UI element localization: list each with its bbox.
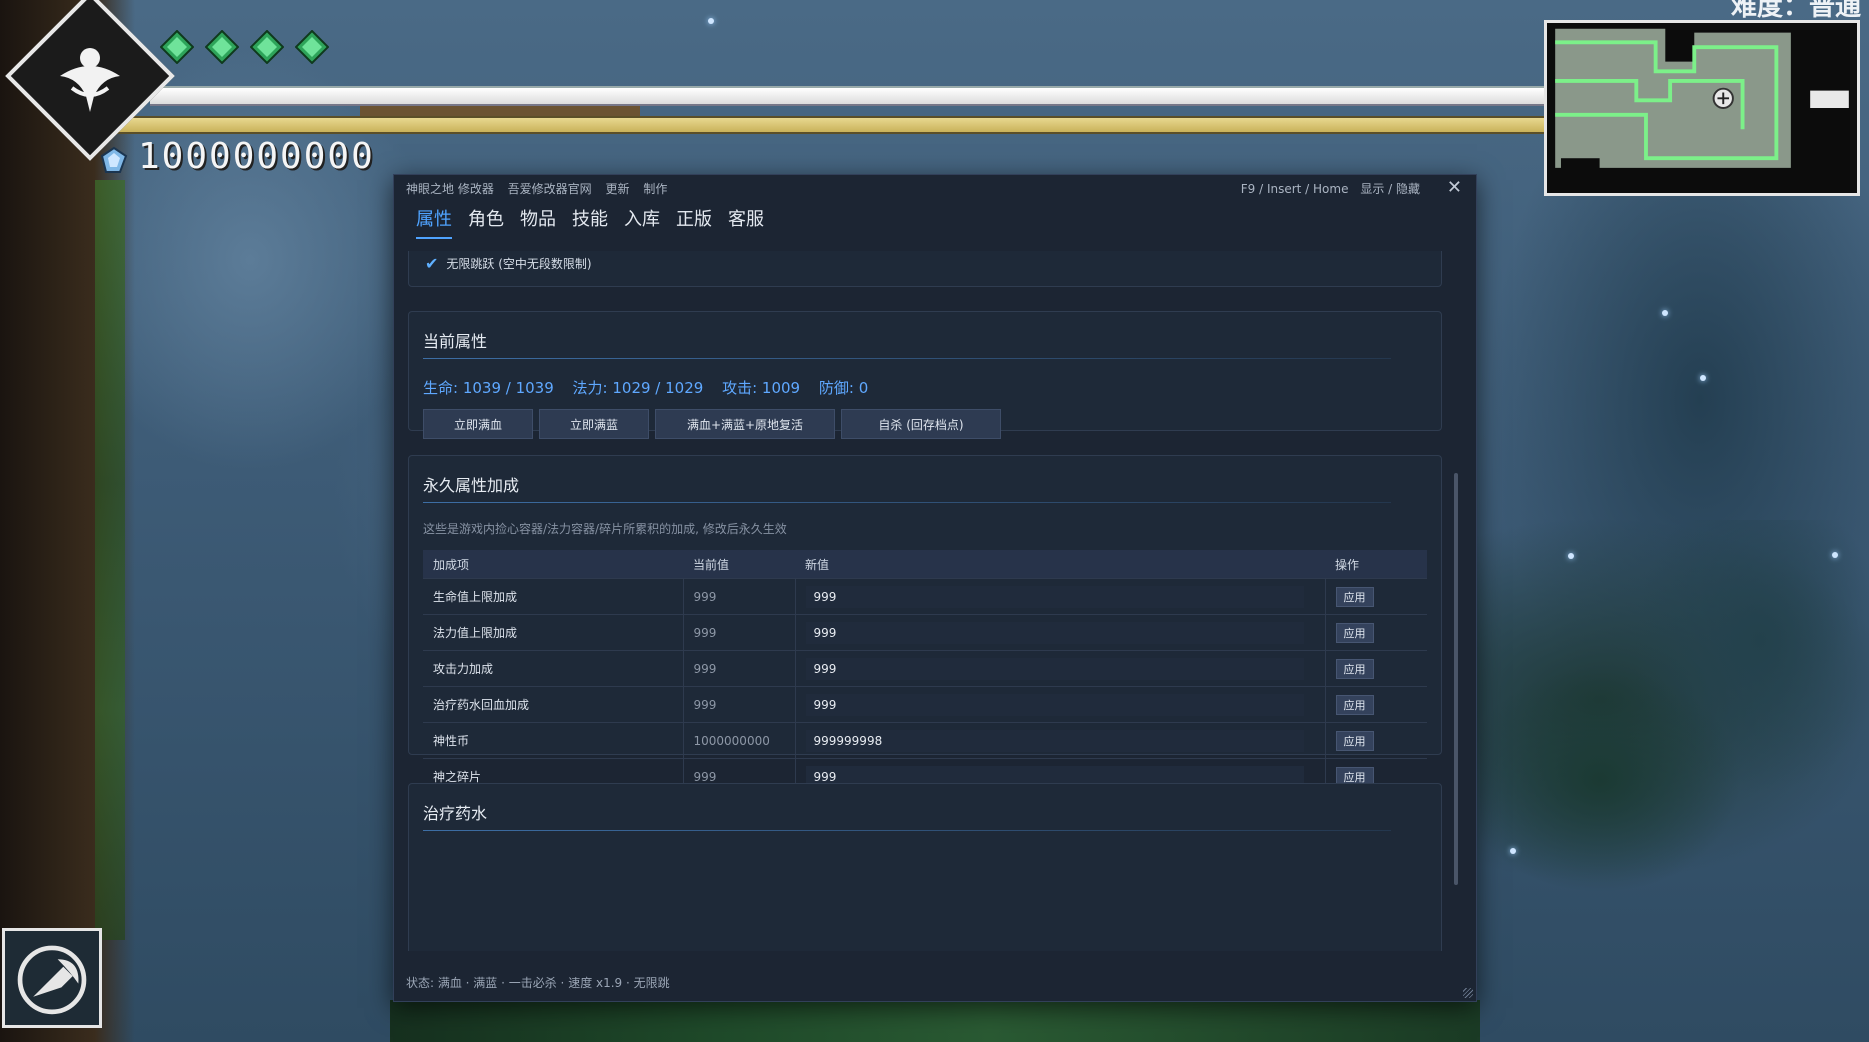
tab-character[interactable]: 角色 [468, 203, 504, 239]
current-attributes-card: 当前属性 生命: 1039 / 1039 法力: 1029 / 1029 攻击:… [408, 311, 1442, 439]
apply-button[interactable]: 应用 [1335, 658, 1374, 679]
new-value-input[interactable]: 999 [805, 621, 1304, 644]
current-value: 1000000000 [682, 722, 795, 759]
current-value: 999 [682, 686, 795, 723]
tab-support[interactable]: 客服 [728, 203, 764, 239]
firefly-light [1832, 552, 1838, 558]
table-row: 攻击力加成 999 999 应用 [423, 650, 1427, 687]
table-row: 法力值上限加成 999 999 应用 [423, 614, 1427, 651]
bonus-name: 法力值上限加成 [423, 614, 683, 651]
resize-grip-icon[interactable] [1463, 988, 1473, 998]
new-value-input[interactable]: 999999998 [805, 729, 1304, 752]
update-link[interactable]: 更新 [606, 182, 630, 196]
current-value: 999 [682, 650, 795, 687]
tab-items[interactable]: 物品 [520, 203, 556, 239]
hotkeys-label: F9 / Insert / Home [1240, 182, 1349, 196]
full-mp-button[interactable]: 立即满蓝 [539, 409, 649, 439]
tree-foliage [1480, 520, 1869, 1042]
new-value-input[interactable]: 999 [805, 585, 1304, 608]
permanent-bonus-title: 永久属性加成 [423, 476, 520, 495]
apply-button[interactable]: 应用 [1335, 730, 1374, 751]
col-current: 当前值 [683, 550, 795, 579]
def-readout: 防御: 0 [818, 379, 869, 397]
divinity-coin-icon [100, 146, 128, 173]
healing-potion-title: 治疗药水 [423, 804, 488, 823]
firefly-light [1568, 553, 1574, 559]
website-link[interactable]: 吾爱修改器官网 [508, 182, 592, 196]
firefly-light [708, 18, 714, 24]
infinite-jump-option[interactable]: ✔ 无限跳跃 (空中无段数限制) [425, 254, 592, 273]
trainer-window: 神眼之地 修改器 吾爱修改器官网 更新 制作 F9 / Insert / Hom… [393, 174, 1477, 1002]
toggle-visibility-label: 显示 / 隐藏 [1360, 182, 1420, 196]
bonus-name: 神性币 [423, 722, 683, 759]
axe-skill-icon[interactable] [2, 928, 102, 1028]
currency-counter: 1000000000 [138, 136, 375, 177]
new-value-input[interactable]: 999 [805, 693, 1304, 716]
full-hp-button[interactable]: 立即满血 [423, 409, 533, 439]
bonus-table: 加成项 当前值 新值 操作 生命值上限加成 999 999 应用 法力值上限加成 [423, 550, 1427, 794]
table-row: 生命值上限加成 999 999 应用 [423, 578, 1427, 615]
title-links: 神眼之地 修改器 吾爱修改器官网 更新 制作 [406, 180, 677, 197]
scrollbar[interactable] [1454, 473, 1458, 885]
infinite-jump-label: 无限跳跃 (空中无段数限制) [446, 257, 592, 271]
current-attributes-title: 当前属性 [423, 332, 488, 351]
tab-genuine[interactable]: 正版 [676, 203, 712, 239]
hotkey-hint: F9 / Insert / Home 显示 / 隐藏 [1233, 180, 1420, 197]
permanent-bonus-card: 永久属性加成 这些是游戏内捡心容器/法力容器/碎片所累积的加成, 修改后永久生效… [408, 455, 1442, 794]
col-action: 操作 [1325, 550, 1427, 579]
firefly-light [1700, 375, 1706, 381]
tab-attributes[interactable]: 属性 [416, 203, 452, 239]
new-value-input[interactable]: 999 [805, 657, 1304, 680]
trainer-title: 神眼之地 修改器 [406, 182, 494, 196]
life-gem-icon [295, 30, 329, 64]
apply-button[interactable]: 应用 [1335, 694, 1374, 715]
close-button[interactable]: ✕ [1447, 177, 1462, 198]
bonus-name: 治疗药水回血加成 [423, 686, 683, 723]
firefly-light [1662, 310, 1668, 316]
divider [423, 830, 1391, 831]
tab-storage[interactable]: 入库 [624, 203, 660, 239]
credits-link[interactable]: 制作 [643, 182, 667, 196]
permanent-bonus-hint: 这些是游戏内捡心容器/法力容器/碎片所累积的加成, 修改后永久生效 [423, 522, 787, 536]
col-new: 新值 [795, 550, 1325, 579]
current-value: 999 [682, 578, 795, 615]
toggle-card: ✔ 无限跳跃 (空中无段数限制) [408, 251, 1442, 287]
health-bar [150, 86, 1545, 106]
divider [423, 502, 1391, 503]
bonus-name: 攻击力加成 [423, 650, 683, 687]
life-gem-icon [250, 30, 284, 64]
apply-button[interactable]: 应用 [1335, 622, 1374, 643]
table-row: 神性币 1000000000 999999998 应用 [423, 722, 1427, 759]
minimap[interactable] [1544, 20, 1860, 196]
bonus-name: 生命值上限加成 [423, 578, 683, 615]
hp-readout: 生命: 1039 / 1039 [423, 379, 554, 397]
stats-readout: 生命: 1039 / 1039 法力: 1029 / 1029 攻击: 1009… [423, 377, 882, 398]
table-row: 治疗药水回血加成 999 999 应用 [423, 686, 1427, 723]
tab-bar: 属性 角色 物品 技能 入库 正版 客服 [416, 203, 780, 239]
ground-foliage [390, 1000, 1480, 1042]
full-restore-revive-button[interactable]: 满血+满蓝+原地复活 [655, 409, 835, 439]
table-header: 加成项 当前值 新值 操作 [423, 550, 1427, 579]
suicide-button[interactable]: 自杀 (回存档点) [841, 409, 1001, 439]
firefly-light [1510, 848, 1516, 854]
apply-button[interactable]: 应用 [1335, 586, 1374, 607]
character-emblem-icon [60, 48, 120, 112]
cliff-moss [95, 180, 125, 940]
current-value: 999 [682, 614, 795, 651]
life-gem-icon [160, 30, 194, 64]
life-gem-icon [205, 30, 239, 64]
tab-skills[interactable]: 技能 [572, 203, 608, 239]
mp-readout: 法力: 1029 / 1029 [572, 379, 704, 397]
status-bar: 状态: 满血 · 满蓝 · 一击必杀 · 速度 x1.9 · 无限跳 [406, 976, 670, 990]
mana-bar [110, 116, 1545, 134]
divider [423, 358, 1391, 359]
col-bonus-item: 加成项 [423, 550, 683, 579]
titlebar: 神眼之地 修改器 吾爱修改器官网 更新 制作 F9 / Insert / Hom… [394, 175, 1476, 201]
atk-readout: 攻击: 1009 [722, 379, 801, 397]
checkmark-icon: ✔ [425, 254, 439, 273]
healing-potion-card: 治疗药水 [408, 783, 1442, 951]
tab-content: ✔ 无限跳跃 (空中无段数限制) 当前属性 生命: 1039 / 1039 法力… [408, 251, 1454, 951]
